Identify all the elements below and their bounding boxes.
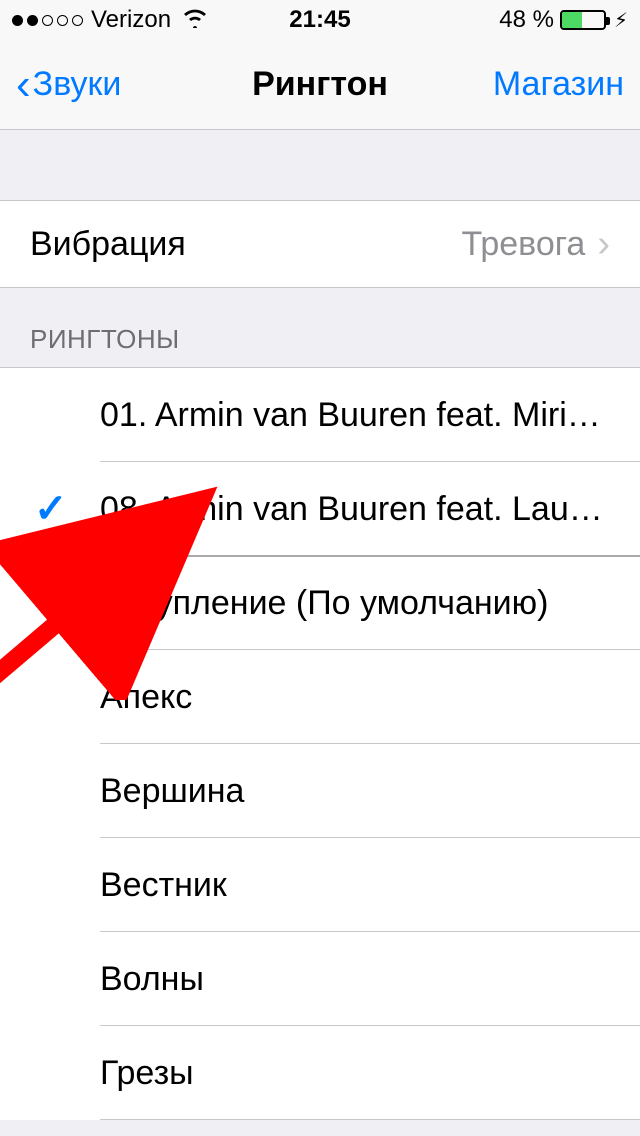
ringtone-item[interactable]: Волны — [0, 932, 640, 1026]
ringtone-label: Апекс — [100, 678, 610, 717]
battery-fill — [562, 12, 582, 28]
divider-shadow — [0, 555, 640, 557]
battery-icon — [560, 10, 606, 30]
wifi-icon — [181, 6, 209, 35]
status-bar: Verizon 21:45 48 % ⚡︎ — [0, 0, 640, 40]
signal-strength-icon — [12, 15, 83, 26]
back-label: Звуки — [33, 65, 122, 104]
ringtone-item[interactable]: Грезы — [0, 1026, 640, 1120]
ringtone-item[interactable]: 01. Armin van Buuren feat. Miri… — [0, 368, 640, 462]
nav-bar: ‹ Звуки Рингтон Магазин — [0, 40, 640, 130]
ringtone-label: Вступление (По умолчанию) — [100, 584, 610, 623]
battery-percent: 48 % — [499, 6, 554, 34]
ringtone-item[interactable]: Вестник — [0, 838, 640, 932]
ringtone-label: Вестник — [100, 866, 610, 905]
ringtone-item[interactable]: ✓ 08. Armin van Buuren feat. Lau… — [0, 462, 640, 556]
ringtone-label: Вершина — [100, 772, 610, 811]
ringtones-list: 01. Armin van Buuren feat. Miri… ✓ 08. A… — [0, 367, 640, 1120]
vibration-cell[interactable]: Вибрация Тревога › — [0, 200, 640, 288]
ringtone-label: Волны — [100, 960, 610, 999]
status-time: 21:45 — [289, 6, 350, 34]
carrier-label: Verizon — [91, 6, 171, 34]
charging-icon: ⚡︎ — [614, 8, 628, 33]
back-button[interactable]: ‹ Звуки — [16, 63, 121, 107]
ringtone-label: 08. Armin van Buuren feat. Lau… — [100, 490, 610, 529]
ringtone-label: Грезы — [100, 1054, 610, 1093]
ringtones-header: РИНГТОНЫ — [0, 288, 640, 367]
ringtone-item[interactable]: Вершина — [0, 744, 640, 838]
checkmark-icon: ✓ — [34, 486, 68, 532]
chevron-left-icon: ‹ — [16, 63, 31, 107]
status-right: 48 % ⚡︎ — [499, 6, 628, 34]
ringtone-label: 01. Armin van Buuren feat. Miri… — [100, 396, 610, 435]
store-button[interactable]: Магазин — [493, 65, 624, 104]
chevron-right-icon: › — [597, 223, 610, 266]
vibration-label: Вибрация — [30, 225, 462, 264]
ringtone-item[interactable]: Апекс — [0, 650, 640, 744]
vibration-value: Тревога — [462, 225, 586, 264]
ringtone-item[interactable]: Вступление (По умолчанию) — [0, 556, 640, 650]
page-title: Рингтон — [252, 65, 388, 104]
status-left: Verizon — [12, 6, 209, 35]
